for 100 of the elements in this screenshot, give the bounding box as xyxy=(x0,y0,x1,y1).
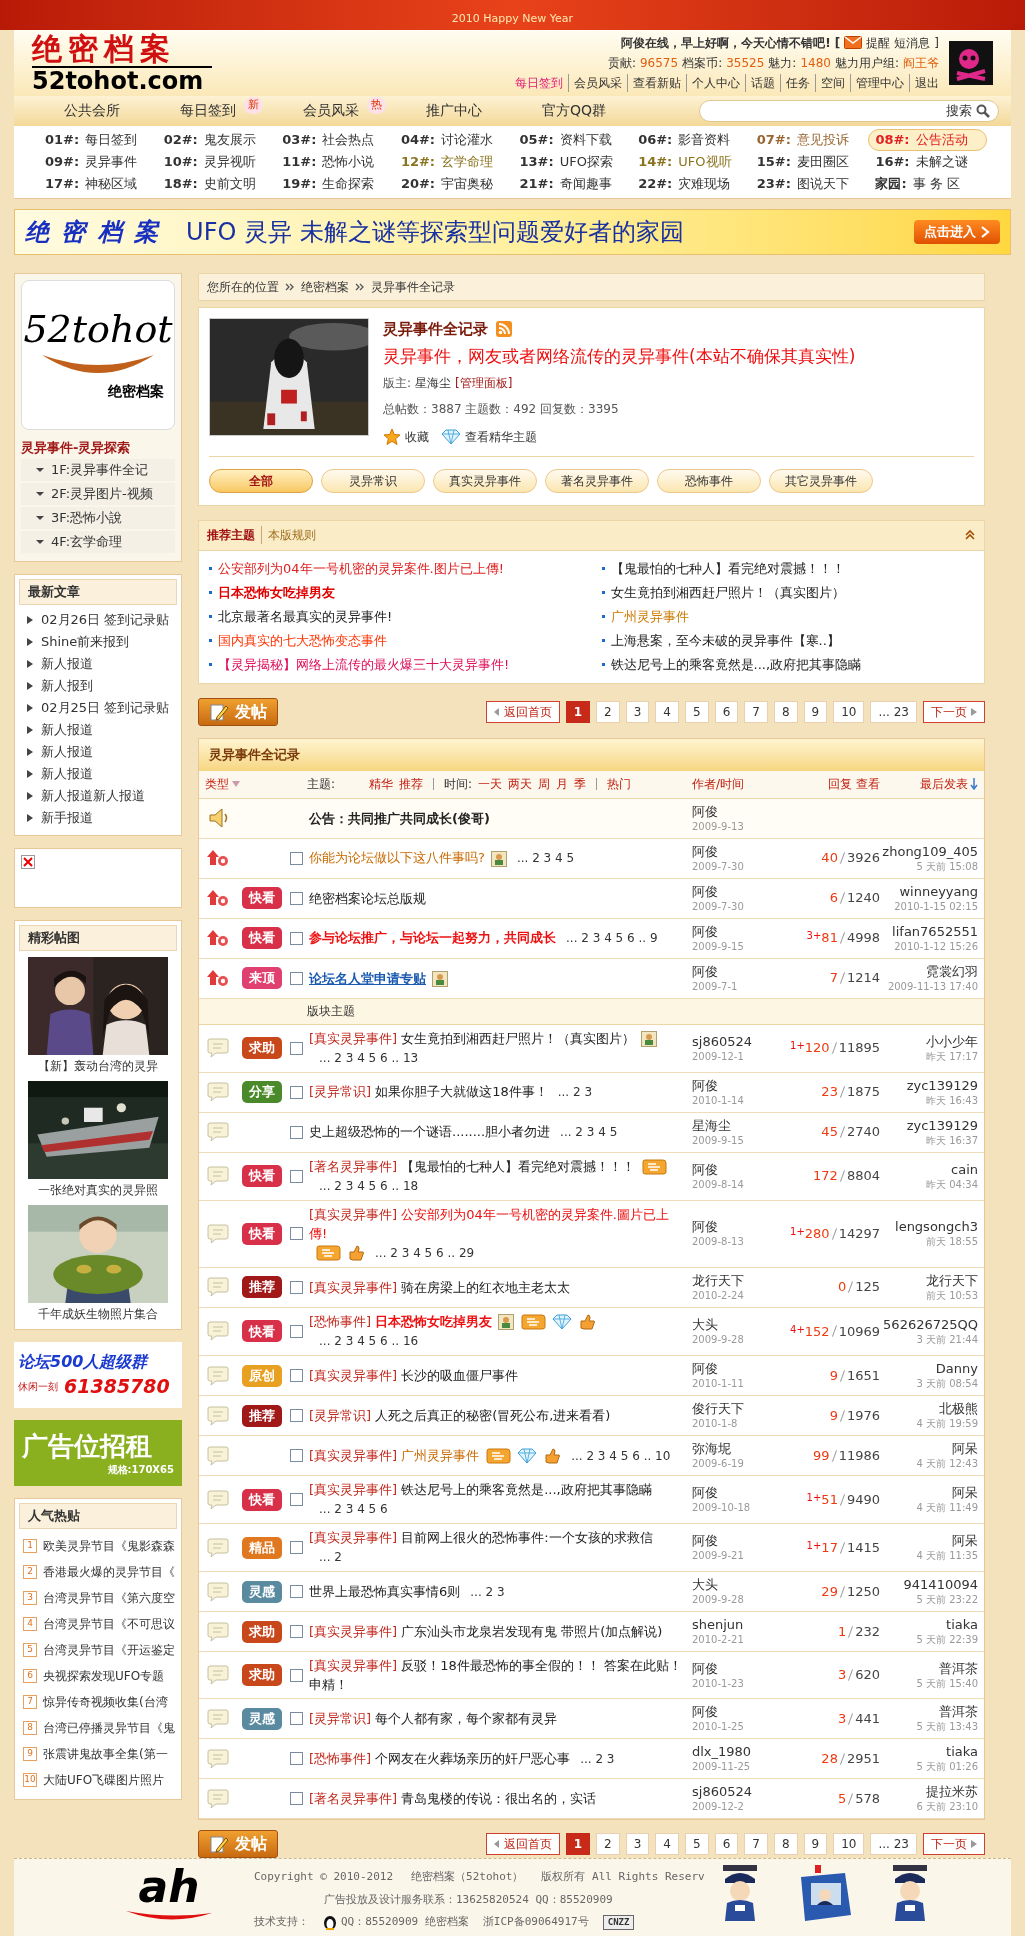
sort-link[interactable]: 最后发表 xyxy=(880,775,984,793)
picture-caption[interactable]: 千年成妖生物照片集合 xyxy=(38,1305,158,1323)
page-link[interactable]: 6 xyxy=(714,700,739,723)
article-link[interactable]: 02月26日 签到记录贴 xyxy=(15,609,181,631)
rss-icon[interactable] xyxy=(496,320,512,337)
breadcrumb-link[interactable]: 灵异事件全记录 xyxy=(371,277,455,296)
author-link[interactable]: 阿俊 xyxy=(692,962,784,980)
author-link[interactable]: 阿俊 xyxy=(692,922,784,940)
article-link[interactable]: 新人报道新人报道 xyxy=(15,785,181,807)
sort-link[interactable]: 查看 xyxy=(856,775,880,793)
article-link[interactable]: 新人报道 xyxy=(15,741,181,763)
last-poster-link[interactable]: 阿呆 xyxy=(952,1532,978,1549)
thread-title-link[interactable]: [真实灵异事件] 目前网上很火的恐怖事件:一个女孩的求救信 xyxy=(309,1528,653,1547)
forum-link[interactable]: 01#: 每日签到 xyxy=(38,128,157,151)
author-link[interactable]: 阿俊 xyxy=(692,1703,784,1720)
checkbox[interactable] xyxy=(289,1449,303,1462)
nav-link[interactable]: 公共会所 xyxy=(64,100,120,122)
last-poster-link[interactable]: lengsongch3 xyxy=(895,1218,978,1235)
last-poster-link[interactable]: tiaka xyxy=(946,1616,978,1633)
checkbox[interactable] xyxy=(289,1541,303,1554)
panel-tab[interactable]: 推荐主题 xyxy=(207,526,255,544)
page-link[interactable]: 1 xyxy=(565,1833,591,1855)
author-link[interactable]: 俊行天下 xyxy=(692,1400,784,1417)
user-menu-link[interactable]: 话题 xyxy=(745,73,775,92)
author-link[interactable]: 阿俊 xyxy=(692,1360,784,1377)
nav-link[interactable]: 每日签到 xyxy=(180,100,236,122)
page-links[interactable]: ... 2 3 xyxy=(557,1085,593,1099)
page-links[interactable]: ... 2 3 4 5 6 .. 9 xyxy=(566,931,658,945)
last-poster-link[interactable]: Danny xyxy=(935,1360,978,1377)
filter-link[interactable]: 两天 xyxy=(508,775,533,793)
page-link[interactable]: 1 xyxy=(565,700,591,723)
author-link[interactable]: 阿俊 xyxy=(692,802,784,820)
page-link[interactable]: 8 xyxy=(773,1833,798,1855)
forum-link[interactable]: 14#: UFO视听 xyxy=(631,150,750,173)
checkbox[interactable] xyxy=(289,1752,303,1765)
checkbox[interactable] xyxy=(289,1792,303,1805)
filter-link[interactable]: 精华 xyxy=(369,775,394,793)
checkbox[interactable] xyxy=(289,1125,303,1139)
category-tab[interactable]: 灵异常识 xyxy=(321,468,425,493)
thread-title-link[interactable]: 参与论坛推广，与论坛一起努力，共同成长 xyxy=(309,928,556,947)
thread-title-link[interactable]: 论坛名人堂申请专贴 xyxy=(309,968,426,988)
filter-link[interactable]: 季 xyxy=(574,775,587,793)
last-poster-link[interactable]: 阿呆 xyxy=(952,1484,978,1501)
page-links[interactable]: ... 2 3 xyxy=(470,1584,505,1599)
forum-link[interactable]: 12#: 玄学命理 xyxy=(393,150,513,173)
user-menu-link[interactable]: 会员风采 xyxy=(568,73,622,92)
recommended-link[interactable]: 【灵异揭秘】网络上流传的最火爆三十大灵异事件! xyxy=(209,652,582,677)
recommended-link[interactable]: 上海悬案，至今未破的灵异事件【寒..】 xyxy=(601,628,974,653)
thread-title-link[interactable]: 绝密档案论坛总版规 xyxy=(309,888,426,908)
last-poster-link[interactable]: 北极熊 xyxy=(939,1400,978,1417)
author-link[interactable]: 阿俊 xyxy=(692,1659,784,1677)
author-link[interactable]: 大头 xyxy=(692,1576,784,1593)
author-link[interactable]: 阿俊 xyxy=(692,1160,784,1178)
thread-title-link[interactable]: [恐怖事件] 日本恐怖女吃掉男友 xyxy=(309,1311,493,1331)
author-link[interactable]: 大头 xyxy=(692,1315,784,1333)
page-links[interactable]: ... 2 xyxy=(319,1550,342,1564)
category-tab[interactable]: 其它灵异事件 xyxy=(769,468,873,493)
thread-title-link[interactable]: [真实灵异事件] 骑在房梁上的红衣地主老太太 xyxy=(309,1277,571,1297)
filter-link[interactable]: 推荐 xyxy=(399,775,424,793)
category-tab[interactable]: 全部 xyxy=(209,468,313,493)
nav-link[interactable]: 推广中心 xyxy=(426,100,482,122)
page-link[interactable]: 10 xyxy=(833,700,865,723)
hot-post-link[interactable]: 4 台湾灵异节目《不可思议 xyxy=(15,1611,181,1637)
category-tab[interactable]: 真实灵异事件 xyxy=(433,468,537,493)
thread-title-link[interactable]: [真实灵异事件] 铁达尼号上的乘客竟然是...,政府把其事隐瞞 xyxy=(309,1480,652,1499)
checkbox[interactable] xyxy=(289,1169,303,1183)
user-menu-link[interactable]: 每日签到 xyxy=(515,73,563,92)
page-links[interactable]: ... 2 3 4 5 6 .. 13 xyxy=(319,1050,419,1065)
last-poster-link[interactable]: lifan7652551 xyxy=(892,922,978,940)
checkbox[interactable] xyxy=(289,1041,303,1055)
page-link[interactable]: 5 xyxy=(685,700,709,723)
thread-title-link[interactable]: 史上超级恐怖的一个谜语........胆小者勿进 xyxy=(309,1122,551,1141)
checkbox[interactable] xyxy=(289,1712,303,1725)
user-menu-link[interactable]: 空间 xyxy=(815,73,845,92)
picture-caption[interactable]: 一张绝对真实的灵异照 xyxy=(38,1181,158,1199)
sidebar-link[interactable]: 4F:玄学命理 xyxy=(21,531,175,553)
collapse-icon[interactable] xyxy=(964,529,976,541)
author-link[interactable]: 阿俊 xyxy=(692,1076,784,1094)
hot-post-link[interactable]: 7 惊异传奇视频收集(台湾 xyxy=(15,1689,181,1715)
sidebar-link[interactable]: 3F:恐怖小說 xyxy=(21,507,175,529)
thread-title-link[interactable]: [真实灵异事件] 广州灵异事件 xyxy=(309,1445,480,1465)
next-page-link[interactable]: 下一页 xyxy=(923,700,985,723)
page-link[interactable]: 7 xyxy=(744,700,768,723)
forum-link[interactable]: 16#: 未解之谜 xyxy=(868,150,987,173)
article-link[interactable]: 新人报道 xyxy=(15,763,181,785)
admin-panel-link[interactable]: [管理面板] xyxy=(455,373,513,392)
last-poster-link[interactable]: 霓裳幻羽 xyxy=(926,962,978,980)
page-link[interactable]: 4 xyxy=(655,1833,679,1855)
thread-title-link[interactable]: [著名灵异事件] 青岛鬼楼的传说：很出名的，实话 xyxy=(309,1789,597,1808)
last-poster-link[interactable]: 562626725QQ xyxy=(883,1315,978,1333)
filter-link[interactable]: 周 xyxy=(538,775,551,793)
thread-title-link[interactable]: [真实灵异事件] 长沙的吸血僵尸事件 xyxy=(309,1366,519,1385)
article-link[interactable]: Shine前来报到 xyxy=(15,631,181,653)
recommended-link[interactable]: 北京最著名最真实的灵异事件! xyxy=(209,604,582,629)
forum-link[interactable]: 23#: 图说天下 xyxy=(749,172,869,195)
notice-link[interactable]: 提醒 xyxy=(866,33,891,52)
author-link[interactable]: dlx_1980 xyxy=(692,1743,784,1760)
thread-title-link[interactable]: 世界上最恐怖真实事情6则 xyxy=(309,1581,461,1601)
checkbox[interactable] xyxy=(289,1409,303,1422)
forum-link[interactable]: 17#: 神秘区域 xyxy=(38,172,157,195)
